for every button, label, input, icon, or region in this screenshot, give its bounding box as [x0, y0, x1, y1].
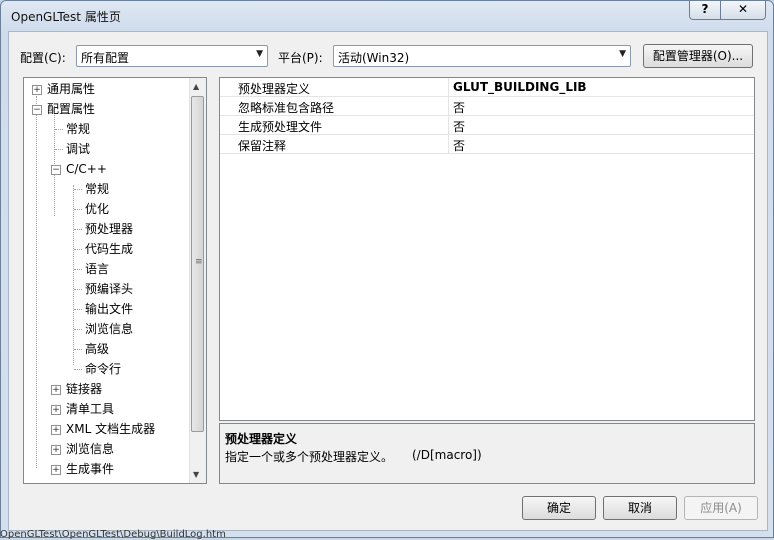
- tree-item-label: 优化: [85, 202, 110, 216]
- tree-item-label: XML 文档生成器: [66, 422, 156, 436]
- tree-item-label: 代码生成: [85, 242, 134, 256]
- property-row[interactable]: 预处理器定义 GLUT_BUILDING_LIB: [220, 78, 754, 97]
- property-name: 忽略标准包含路径: [238, 101, 335, 115]
- tree-item-label: 常规: [85, 182, 110, 196]
- tree-connector: [74, 349, 82, 350]
- platform-select[interactable]: 活动(Win32) ▼: [333, 45, 631, 67]
- tree-item-label: 命令行: [85, 362, 122, 376]
- tree-scrollbar[interactable]: ▲ ≡ ▼: [189, 78, 206, 483]
- property-value[interactable]: 否: [453, 99, 465, 116]
- help-button[interactable]: ?: [689, 1, 721, 20]
- scrollbar-thumb[interactable]: ≡: [191, 96, 204, 432]
- grip-icon: ≡: [195, 257, 203, 267]
- tree-item-label: 预处理器: [85, 222, 134, 236]
- tree-item-label: 常规: [66, 122, 91, 136]
- expand-icon[interactable]: +: [51, 445, 61, 455]
- tree-connector: [74, 269, 82, 270]
- config-select[interactable]: 所有配置 ▼: [76, 45, 268, 67]
- collapse-icon[interactable]: −: [51, 165, 61, 175]
- property-row[interactable]: 生成预处理文件 否: [220, 116, 754, 135]
- cancel-button[interactable]: 取消: [603, 496, 677, 520]
- ok-button[interactable]: 确定: [522, 496, 596, 520]
- tree-item-label: 输出文件: [85, 302, 134, 316]
- tree-connector: [74, 289, 82, 290]
- column-divider: [448, 97, 449, 116]
- property-value[interactable]: 否: [453, 137, 465, 154]
- property-pages-window: OpenGLTest 属性页 ? ✕ 配置(C): 所有配置 ▼ 平台(P): …: [0, 0, 774, 538]
- tree-connector: [74, 369, 82, 370]
- tree-line: [73, 185, 74, 365]
- background-window-text: OpenGLTest\OpenGLTest\Debug\BuildLog.htm: [0, 529, 226, 540]
- property-tree: + 通用属性 − 配置属性 常规 调试 − C/C++ 常规 优化 预处理器 代码生成 语言 预编译头 输出…: [23, 77, 207, 484]
- tree-item-label: 清单工具: [66, 402, 115, 416]
- description-panel: 预处理器定义 指定一个或多个预处理器定义。 (/D[macro]): [219, 423, 755, 484]
- close-icon: ✕: [737, 2, 749, 16]
- property-value[interactable]: GLUT_BUILDING_LIB: [453, 80, 587, 94]
- scroll-down-icon[interactable]: ▼: [193, 470, 199, 479]
- tree-item-label: 生成事件: [66, 462, 115, 476]
- tree-item-label: C/C++: [66, 162, 107, 176]
- tree-line: [54, 106, 55, 216]
- tree-connector: [55, 149, 63, 150]
- tree-connector: [74, 309, 82, 310]
- tree-item-label: 浏览信息: [85, 322, 134, 336]
- tree-connector: [74, 209, 82, 210]
- config-label: 配置(C):: [20, 51, 66, 65]
- description-text: 指定一个或多个预处理器定义。: [225, 450, 394, 464]
- column-divider: [448, 116, 449, 135]
- chevron-down-icon: ▼: [256, 49, 263, 59]
- close-button[interactable]: ✕: [720, 1, 766, 20]
- property-name: 预处理器定义: [238, 82, 311, 96]
- tree-connector: [74, 229, 82, 230]
- tree-connector: [74, 249, 82, 250]
- tree-item-label: 语言: [85, 262, 110, 276]
- expand-icon[interactable]: +: [51, 465, 61, 475]
- tree-item-label: 预编译头: [85, 282, 134, 296]
- expand-icon[interactable]: +: [32, 85, 42, 95]
- property-value[interactable]: 否: [453, 118, 465, 135]
- title-bar: OpenGLTest 属性页 ? ✕: [1, 1, 773, 31]
- tree-item-label: 调试: [66, 142, 91, 156]
- description-title: 预处理器定义: [225, 432, 298, 446]
- tree-item-label: 浏览信息: [66, 442, 115, 456]
- tree-line: [36, 96, 37, 468]
- dialog-client: 配置(C): 所有配置 ▼ 平台(P): 活动(Win32) ▼ 配置管理器(O…: [8, 31, 768, 531]
- tree-connector: [74, 189, 82, 190]
- column-divider: [448, 135, 449, 154]
- platform-label: 平台(P):: [278, 51, 323, 65]
- description-flag: (/D[macro]): [412, 448, 482, 462]
- window-title: OpenGLTest 属性页: [11, 10, 121, 24]
- config-value: 所有配置: [81, 51, 130, 65]
- tree-item-label: 高级: [85, 342, 110, 356]
- chevron-down-icon: ▼: [619, 49, 626, 59]
- platform-value: 活动(Win32): [338, 51, 410, 65]
- expand-icon[interactable]: +: [51, 425, 61, 435]
- property-row[interactable]: 保留注释 否: [220, 135, 754, 154]
- tree-item-label: 链接器: [66, 382, 103, 396]
- expand-icon[interactable]: +: [51, 385, 61, 395]
- apply-button[interactable]: 应用(A): [684, 496, 758, 520]
- config-manager-button[interactable]: 配置管理器(O)...: [643, 44, 753, 68]
- tree-connector: [74, 329, 82, 330]
- tree-connector: [55, 129, 63, 130]
- tree-item-label: 通用属性: [47, 82, 96, 96]
- scroll-up-icon[interactable]: ▲: [193, 82, 199, 91]
- property-name: 生成预处理文件: [238, 120, 323, 134]
- property-name: 保留注释: [238, 139, 287, 153]
- column-divider: [448, 78, 449, 97]
- collapse-icon[interactable]: −: [32, 105, 42, 115]
- property-grid: 预处理器定义 GLUT_BUILDING_LIB 忽略标准包含路径否生成预处理文件否…: [219, 77, 755, 421]
- tree-item-label: 配置属性: [47, 102, 96, 116]
- expand-icon[interactable]: +: [51, 405, 61, 415]
- property-row[interactable]: 忽略标准包含路径 否: [220, 97, 754, 116]
